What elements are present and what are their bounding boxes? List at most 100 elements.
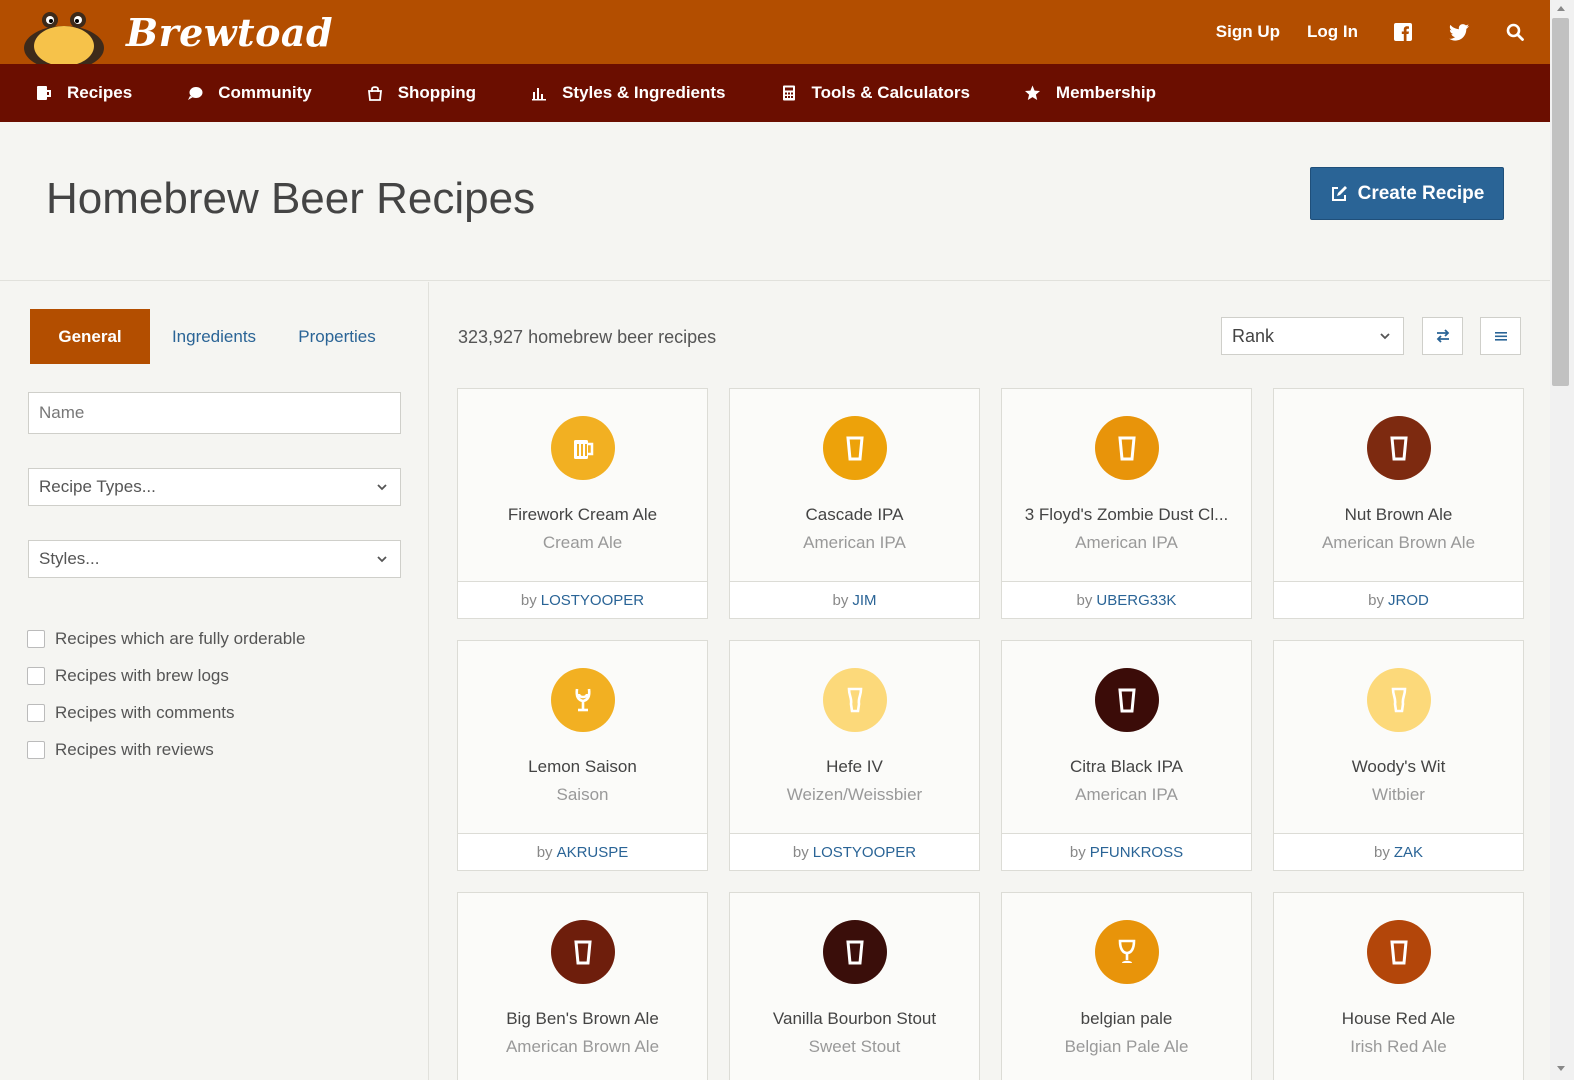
checkbox-label: Recipes with reviews bbox=[55, 739, 214, 759]
author-link[interactable]: AKRUSPE bbox=[557, 844, 629, 861]
scroll-down-arrow[interactable] bbox=[1557, 1066, 1565, 1071]
name-input[interactable]: Name bbox=[28, 392, 401, 434]
recipe-types-select[interactable]: Recipe Types... bbox=[28, 468, 401, 506]
nav-tools-calculators[interactable]: Tools & Calculators bbox=[780, 83, 970, 103]
by-label: by bbox=[1368, 591, 1384, 609]
weizen-glass-icon[interactable] bbox=[1367, 668, 1431, 732]
sort-select[interactable]: Rank bbox=[1221, 317, 1404, 355]
name-placeholder: Name bbox=[39, 403, 85, 422]
nav-recipes[interactable]: Recipes bbox=[35, 83, 132, 103]
checkbox-comments[interactable]: Recipes with comments bbox=[27, 694, 305, 731]
swap-arrows-icon bbox=[1436, 329, 1449, 343]
recipe-card[interactable]: Citra Black IPA American IPA by PFUNKROSS bbox=[1001, 640, 1252, 871]
recipe-card[interactable]: Big Ben's Brown Ale American Brown Ale bbox=[457, 892, 708, 1080]
recipe-style: Witbier bbox=[1372, 785, 1425, 804]
recipe-style: Cream Ale bbox=[542, 533, 623, 552]
pint-glass-icon[interactable] bbox=[1095, 416, 1159, 480]
recipe-name[interactable]: House Red Ale bbox=[1274, 1009, 1523, 1029]
recipe-card[interactable]: Hefe IV Weizen/Weissbier by LOSTYOOPER bbox=[729, 640, 980, 871]
recipe-card[interactable]: 3 Floyd's Zombie Dust Cl... American IPA b… bbox=[1001, 388, 1252, 619]
tab-properties[interactable]: Properties bbox=[278, 309, 396, 364]
recipe-style: Irish Red Ale bbox=[1350, 1037, 1447, 1056]
filter-checkboxes: Recipes which are fully orderable Recipe… bbox=[27, 620, 305, 768]
checkbox-label: Recipes with brew logs bbox=[55, 665, 229, 685]
pint-glass-icon[interactable] bbox=[551, 920, 615, 984]
tab-ingredients[interactable]: Ingredients bbox=[150, 309, 278, 364]
goblet-glass-icon[interactable] bbox=[1095, 920, 1159, 984]
recipe-card[interactable]: Lemon Saison Saison by AKRUSPE bbox=[457, 640, 708, 871]
recipe-name[interactable]: Big Ben's Brown Ale bbox=[458, 1009, 707, 1029]
recipe-name[interactable]: 3 Floyd's Zombie Dust Cl... bbox=[1002, 505, 1251, 525]
recipe-card[interactable]: Firework Cream Ale Cream Ale by LOSTYOOPER bbox=[457, 388, 708, 619]
author-link[interactable]: UBERG33K bbox=[1096, 592, 1176, 609]
checkbox[interactable] bbox=[27, 666, 45, 685]
pint-glass-icon[interactable] bbox=[1095, 668, 1159, 732]
checkbox[interactable] bbox=[27, 703, 45, 722]
create-recipe-button[interactable]: Create Recipe bbox=[1310, 167, 1504, 220]
by-label: by bbox=[536, 843, 553, 861]
page-scrollbar[interactable] bbox=[1550, 0, 1574, 1080]
recipe-name[interactable]: Vanilla Bourbon Stout bbox=[730, 1009, 979, 1029]
author-link[interactable]: ZAK bbox=[1394, 844, 1423, 861]
recipe-author-footer: by JROD bbox=[1274, 581, 1523, 618]
recipe-card[interactable]: House Red Ale Irish Red Ale bbox=[1273, 892, 1524, 1080]
nav-tools-label: Tools & Calculators bbox=[811, 83, 970, 102]
scroll-up-arrow[interactable] bbox=[1557, 6, 1565, 11]
pint-glass-icon[interactable] bbox=[1367, 920, 1431, 984]
pint-glass-icon[interactable] bbox=[823, 416, 887, 480]
recipe-card[interactable]: Vanilla Bourbon Stout Sweet Stout bbox=[729, 892, 980, 1080]
author-link[interactable]: PFUNKROSS bbox=[1090, 844, 1183, 861]
author-link[interactable]: JIM bbox=[852, 592, 876, 609]
twitter-icon[interactable] bbox=[1448, 21, 1470, 43]
nav-shopping[interactable]: Shopping bbox=[366, 83, 476, 103]
scroll-thumb[interactable] bbox=[1552, 18, 1569, 386]
recipe-card[interactable]: belgian pale Belgian Pale Ale bbox=[1001, 892, 1252, 1080]
search-icon[interactable] bbox=[1504, 21, 1526, 43]
pint-glass-icon[interactable] bbox=[823, 920, 887, 984]
sort-direction-button[interactable] bbox=[1422, 317, 1463, 355]
checkbox-fully-orderable[interactable]: Recipes which are fully orderable bbox=[27, 620, 305, 657]
main-nav: Recipes Community Shopping Styles & Ingr… bbox=[0, 64, 1550, 122]
recipe-name[interactable]: Citra Black IPA bbox=[1002, 757, 1251, 777]
recipe-name[interactable]: Lemon Saison bbox=[458, 757, 707, 777]
recipe-author-footer: by LOSTYOOPER bbox=[458, 581, 707, 618]
weizen-glass-icon[interactable] bbox=[823, 668, 887, 732]
checkbox-label: Recipes which are fully orderable bbox=[55, 628, 306, 648]
nav-styles-ingredients[interactable]: Styles & Ingredients bbox=[530, 83, 726, 103]
nav-membership[interactable]: Membership bbox=[1024, 83, 1156, 103]
recipe-name[interactable]: Woody's Wit bbox=[1274, 757, 1523, 777]
mug-glass-icon[interactable] bbox=[551, 416, 615, 480]
recipe-name[interactable]: Cascade IPA bbox=[730, 505, 979, 525]
recipe-style: American Brown Ale bbox=[505, 1037, 660, 1056]
checkbox[interactable] bbox=[27, 740, 45, 759]
recipe-name[interactable]: Firework Cream Ale bbox=[458, 505, 707, 525]
recipe-author-footer: by JIM bbox=[730, 581, 979, 618]
recipe-name[interactable]: belgian pale bbox=[1002, 1009, 1251, 1029]
author-link[interactable]: LOSTYOOPER bbox=[541, 592, 644, 609]
author-link[interactable]: LOSTYOOPER bbox=[813, 844, 916, 861]
tulip-glass-icon[interactable] bbox=[551, 668, 615, 732]
recipe-name[interactable]: Hefe IV bbox=[730, 757, 979, 777]
pint-glass-icon[interactable] bbox=[1367, 416, 1431, 480]
recipe-style: Sweet Stout bbox=[808, 1037, 901, 1056]
checkbox-reviews[interactable]: Recipes with reviews bbox=[27, 731, 305, 768]
recipe-name[interactable]: Nut Brown Ale bbox=[1274, 505, 1523, 525]
recipe-card[interactable]: Cascade IPA American IPA by JIM bbox=[729, 388, 980, 619]
recipe-card[interactable]: Woody's Wit Witbier by ZAK bbox=[1273, 640, 1524, 871]
nav-community-label: Community bbox=[218, 83, 312, 102]
brewtoad-frog-logo[interactable] bbox=[22, 8, 106, 64]
styles-select[interactable]: Styles... bbox=[28, 540, 401, 578]
recipe-card[interactable]: Nut Brown Ale American Brown Ale by JROD bbox=[1273, 388, 1524, 619]
edit-icon bbox=[1331, 185, 1347, 201]
author-link[interactable]: JROD bbox=[1388, 592, 1429, 609]
brand-name[interactable]: Brewtoad bbox=[126, 10, 333, 55]
recipe-types-value: Recipe Types... bbox=[39, 477, 156, 496]
log-in-link[interactable]: Log In bbox=[1307, 22, 1358, 42]
checkbox-brew-logs[interactable]: Recipes with brew logs bbox=[27, 657, 305, 694]
checkbox[interactable] bbox=[27, 629, 45, 648]
tab-general[interactable]: General bbox=[30, 309, 150, 364]
sign-up-link[interactable]: Sign Up bbox=[1216, 22, 1280, 42]
list-view-button[interactable] bbox=[1480, 317, 1521, 355]
nav-community[interactable]: Community bbox=[186, 83, 312, 103]
facebook-icon[interactable] bbox=[1392, 21, 1414, 43]
